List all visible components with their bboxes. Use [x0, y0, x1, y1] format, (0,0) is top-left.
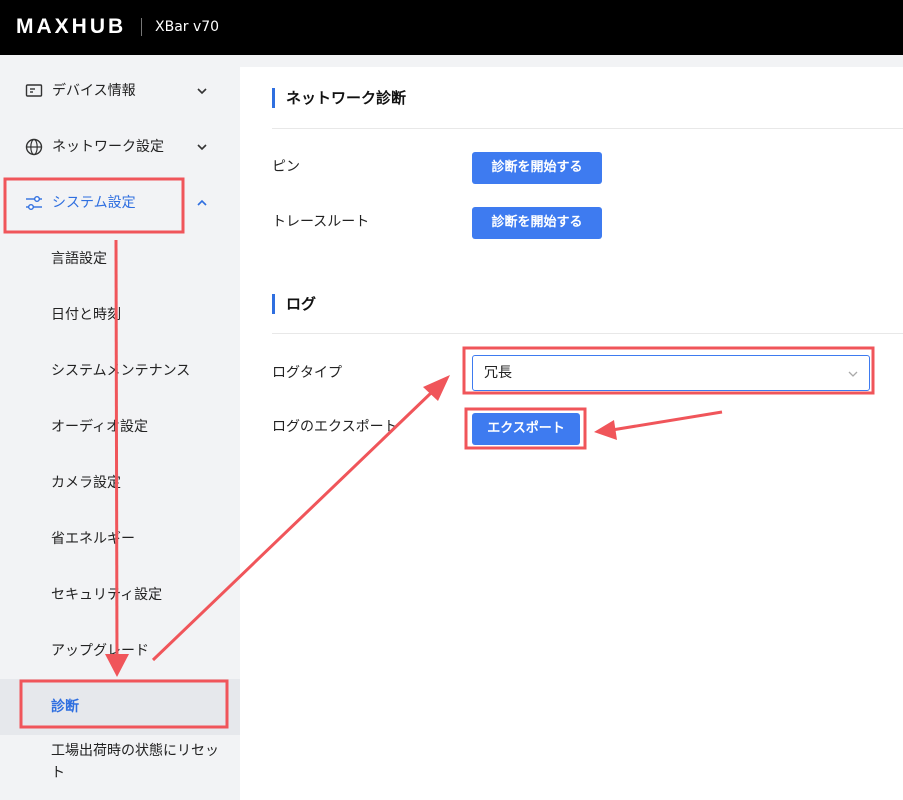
sidebar-group-label: ネットワーク設定 [52, 139, 164, 155]
sidebar-item-camera[interactable]: カメラ設定 [0, 455, 240, 511]
sidebar-group-label: システム設定 [52, 195, 136, 211]
traceroute-label: トレースルート [272, 214, 370, 230]
sidebar-item-label: オーディオ設定 [51, 419, 149, 435]
log-type-select[interactable]: 冗長 [472, 355, 870, 391]
main-content: ネットワーク診断 ピン 診断を開始する トレースルート 診断を開始する ログ ロ… [240, 67, 903, 800]
sidebar-item-upgrade[interactable]: アップグレード [0, 623, 240, 679]
chevron-up-icon [197, 199, 207, 206]
sidebar-item-diagnostics[interactable]: 診断 [0, 679, 240, 735]
top-bar: MAXHUB XBar v70 [0, 0, 903, 55]
sidebar-item-security[interactable]: セキュリティ設定 [0, 567, 240, 623]
device-info-icon [25, 84, 43, 97]
maxhub-logo: MAXHUB [16, 15, 127, 38]
sidebar-item-audio[interactable]: オーディオ設定 [0, 399, 240, 455]
network-diagnostics-title: ネットワーク診断 [272, 88, 406, 108]
sidebar-item-label: システムメンテナンス [51, 363, 191, 379]
section-divider [272, 333, 903, 334]
sidebar-item-date-time[interactable]: 日付と時刻 [0, 287, 240, 343]
sidebar-item-factory-reset[interactable]: 工場出荷時の状態にリセット [0, 735, 240, 791]
ping-start-button[interactable]: 診断を開始する [472, 152, 602, 184]
traceroute-start-button[interactable]: 診断を開始する [472, 207, 602, 239]
sidebar-item-energy-saving[interactable]: 省エネルギー [0, 511, 240, 567]
sidebar-item-label: 日付と時刻 [51, 307, 121, 323]
log-export-button[interactable]: エクスポート [472, 413, 580, 445]
sidebar-item-label: カメラ設定 [51, 475, 121, 491]
sidebar-group-system-settings[interactable]: システム設定 [0, 175, 240, 231]
globe-icon [25, 138, 43, 156]
ping-label: ピン [272, 159, 300, 175]
sidebar-item-label: 言語設定 [51, 251, 107, 267]
sidebar-item-language[interactable]: 言語設定 [0, 231, 240, 287]
sidebar-item-label: アップグレード [51, 643, 149, 659]
sidebar-group-label: デバイス情報 [52, 83, 136, 99]
section-divider [272, 128, 903, 129]
chevron-down-icon [848, 371, 858, 377]
sidebar-item-system-maintenance[interactable]: システムメンテナンス [0, 343, 240, 399]
log-section-title: ログ [272, 294, 316, 314]
sidebar-item-label: 診断 [51, 699, 79, 715]
header-divider [141, 18, 142, 36]
log-export-label: ログのエクスポート [272, 419, 398, 435]
sidebar-item-label: セキュリティ設定 [51, 587, 163, 603]
device-model: XBar v70 [155, 19, 220, 35]
sidebar-item-label: 工場出荷時の状態にリセット [51, 743, 219, 781]
log-type-value: 冗長 [484, 365, 512, 381]
log-type-label: ログタイプ [272, 365, 342, 381]
sidebar-item-label: 省エネルギー [51, 531, 135, 547]
sidebar: デバイス情報 ネットワーク設定 システム設定 言語設定 日付と時刻 システムメン… [0, 55, 240, 800]
sliders-icon [26, 196, 42, 210]
sidebar-group-device-info[interactable]: デバイス情報 [0, 63, 240, 119]
sidebar-group-network-settings[interactable]: ネットワーク設定 [0, 119, 240, 175]
chevron-down-icon [197, 88, 207, 95]
chevron-down-icon [197, 144, 207, 151]
